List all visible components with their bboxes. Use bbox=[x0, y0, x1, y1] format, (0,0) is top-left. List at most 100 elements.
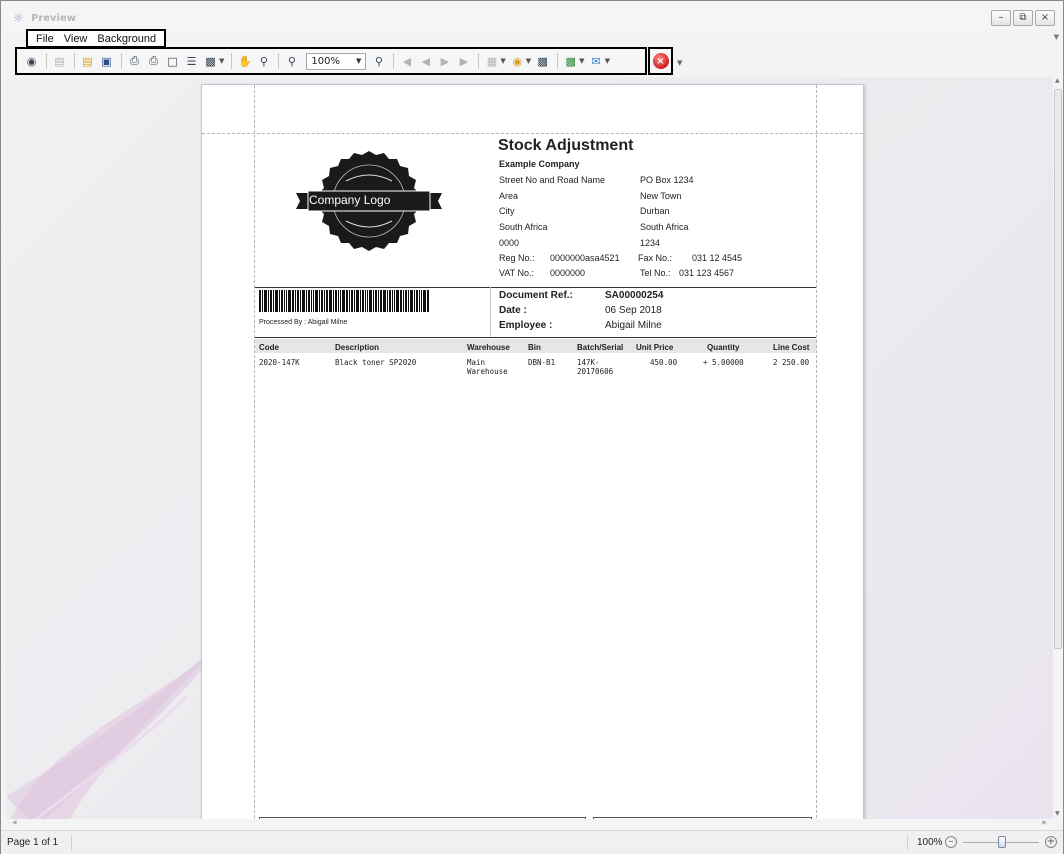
preview-window: ☼ Preview – ⧉ × File View Background ▼ ◉… bbox=[0, 0, 1064, 854]
zoom-combobox-value: 100% bbox=[311, 55, 340, 67]
reg-no-label: Reg No.: bbox=[499, 253, 535, 263]
toolbar-separator bbox=[46, 53, 47, 69]
scale-icon[interactable]: ▩ bbox=[202, 53, 219, 70]
column-header-unit-price: Unit Price bbox=[636, 343, 674, 352]
employee-label: Employee : bbox=[499, 320, 553, 331]
multiple-pages-dropdown-icon[interactable]: ▼ bbox=[500, 57, 505, 65]
menu-view[interactable]: View bbox=[59, 32, 93, 46]
first-page-icon[interactable]: ◀ bbox=[398, 53, 415, 70]
document-map-icon[interactable]: ▤ bbox=[51, 53, 68, 70]
previous-page-icon[interactable]: ◀ bbox=[417, 53, 434, 70]
multiple-pages-icon[interactable]: ▦ bbox=[483, 53, 500, 70]
document-ref-label: Document Ref.: bbox=[499, 290, 573, 301]
magnifier-icon[interactable]: ⚲ bbox=[255, 53, 272, 70]
close-window-button[interactable]: × bbox=[1035, 10, 1055, 26]
barcode bbox=[259, 290, 429, 312]
scroll-left-icon[interactable]: ◀ bbox=[12, 819, 17, 826]
scroll-right-icon[interactable]: ▶ bbox=[1042, 819, 1047, 826]
postal-line-4: South Africa bbox=[640, 222, 689, 232]
toolbar-separator bbox=[478, 53, 480, 69]
header-footer-icon[interactable]: ☰ bbox=[183, 53, 200, 70]
margin-guide-left bbox=[254, 85, 255, 823]
table-top-divider bbox=[255, 337, 816, 338]
margin-guide-right bbox=[816, 85, 817, 823]
row-batch-line-2: 20170606 bbox=[577, 367, 614, 376]
postal-line-3: Durban bbox=[640, 206, 670, 216]
zoom-percentage: 100% bbox=[917, 837, 943, 848]
save-icon[interactable]: ▣ bbox=[98, 53, 115, 70]
toolbar-separator bbox=[74, 53, 75, 69]
vertical-scrollbar[interactable]: ▲ ▼ bbox=[1053, 77, 1063, 819]
export-dropdown-icon[interactable]: ▼ bbox=[579, 57, 584, 65]
close-preview-button[interactable]: × bbox=[648, 47, 673, 75]
chevron-down-icon[interactable]: ▼ bbox=[356, 57, 361, 65]
zoom-out-icon[interactable]: ⚲ bbox=[283, 53, 300, 70]
header-divider bbox=[255, 287, 816, 288]
scroll-down-icon[interactable]: ▼ bbox=[1055, 810, 1060, 817]
page-setup-icon[interactable]: □ bbox=[164, 53, 181, 70]
column-header-quantity: Quantity bbox=[707, 343, 740, 352]
row-code: 2020-147K bbox=[259, 358, 300, 367]
column-header-warehouse: Warehouse bbox=[467, 343, 510, 352]
page-info: Page 1 of 1 bbox=[7, 837, 59, 848]
next-page-icon[interactable]: ▶ bbox=[436, 53, 453, 70]
zoom-combobox[interactable]: 100% ▼ bbox=[306, 52, 367, 70]
document-ref-value: SA00000254 bbox=[605, 290, 664, 301]
toolbar: ◉ ▤ ▤ ▣ ⎙ ⎙ □ ☰ ▩ ▼ ✋ ⚲ ⚲ 100% ▼ ⚲ ◀ ◀ ▶… bbox=[15, 47, 647, 75]
row-warehouse-line-2: Warehouse bbox=[467, 367, 508, 376]
toolbar-separator bbox=[231, 53, 233, 69]
logo-text: Company Logo bbox=[309, 193, 391, 207]
toolbar-overflow-icon[interactable]: ▼ bbox=[677, 59, 682, 67]
report-page: Company Logo Stock Adjustment Example Co… bbox=[201, 84, 864, 825]
menu-bar: File View Background bbox=[26, 29, 167, 48]
tel-no-label: Tel No.: bbox=[640, 268, 671, 278]
last-page-icon[interactable]: ▶ bbox=[455, 53, 472, 70]
margin-guide-top bbox=[202, 133, 863, 134]
app-icon: ☼ bbox=[13, 11, 24, 25]
row-bin: DBN-B1 bbox=[528, 358, 556, 367]
zoom-out-button[interactable]: – bbox=[945, 836, 957, 848]
tel-no-value: 031 123 4567 bbox=[679, 268, 735, 278]
window-title: Preview bbox=[31, 13, 77, 24]
zoom-slider-thumb[interactable] bbox=[998, 836, 1006, 848]
column-header-line-cost: Line Cost bbox=[773, 343, 810, 352]
minimize-button[interactable]: – bbox=[991, 10, 1011, 26]
horizontal-scrollbar[interactable]: ◀ ▶ bbox=[6, 819, 1053, 829]
print-dialog-icon[interactable]: ⎙ bbox=[126, 53, 143, 70]
export-icon[interactable]: ▩ bbox=[562, 53, 579, 70]
watermark-icon[interactable]: ▩ bbox=[534, 53, 551, 70]
vat-no-label: VAT No.: bbox=[499, 268, 535, 278]
send-email-dropdown-icon[interactable]: ▼ bbox=[605, 57, 610, 65]
zoom-in-button[interactable]: + bbox=[1045, 836, 1057, 848]
row-warehouse-line-1: Main bbox=[467, 358, 486, 367]
status-separator bbox=[71, 835, 72, 851]
status-separator bbox=[907, 835, 908, 851]
open-icon[interactable]: ▤ bbox=[79, 53, 96, 70]
page-color-dropdown-icon[interactable]: ▼ bbox=[526, 57, 531, 65]
hand-tool-icon[interactable]: ✋ bbox=[236, 53, 253, 70]
column-header-description: Description bbox=[335, 343, 380, 352]
fax-no-value: 031 12 4545 bbox=[692, 253, 743, 263]
ref-divider bbox=[490, 287, 491, 337]
quick-print-icon[interactable]: ⎙ bbox=[145, 53, 162, 70]
status-bar: Page 1 of 1 100% – + bbox=[1, 830, 1063, 854]
page-color-icon[interactable]: ◉ bbox=[509, 53, 526, 70]
zoom-in-icon[interactable]: ⚲ bbox=[370, 53, 387, 70]
menu-overflow-icon[interactable]: ▼ bbox=[1054, 33, 1059, 41]
date-label: Date : bbox=[499, 305, 527, 316]
find-icon[interactable]: ◉ bbox=[23, 53, 40, 70]
row-description: Black toner SP2020 bbox=[335, 358, 417, 367]
menu-background[interactable]: Background bbox=[92, 32, 161, 46]
send-email-icon[interactable]: ✉ bbox=[588, 53, 605, 70]
row-unit-price: 450.00 bbox=[650, 358, 678, 367]
document-title: Stock Adjustment bbox=[498, 137, 634, 154]
address-line-5: 0000 bbox=[499, 238, 520, 248]
toolbar-separator bbox=[393, 53, 395, 69]
menu-file[interactable]: File bbox=[31, 32, 59, 46]
address-line-2: Area bbox=[499, 191, 519, 201]
scale-dropdown-icon[interactable]: ▼ bbox=[219, 57, 224, 65]
restore-button[interactable]: ⧉ bbox=[1013, 10, 1033, 26]
vertical-scroll-thumb[interactable] bbox=[1054, 89, 1062, 649]
scroll-up-icon[interactable]: ▲ bbox=[1055, 77, 1060, 84]
address-line-3: City bbox=[499, 206, 515, 216]
